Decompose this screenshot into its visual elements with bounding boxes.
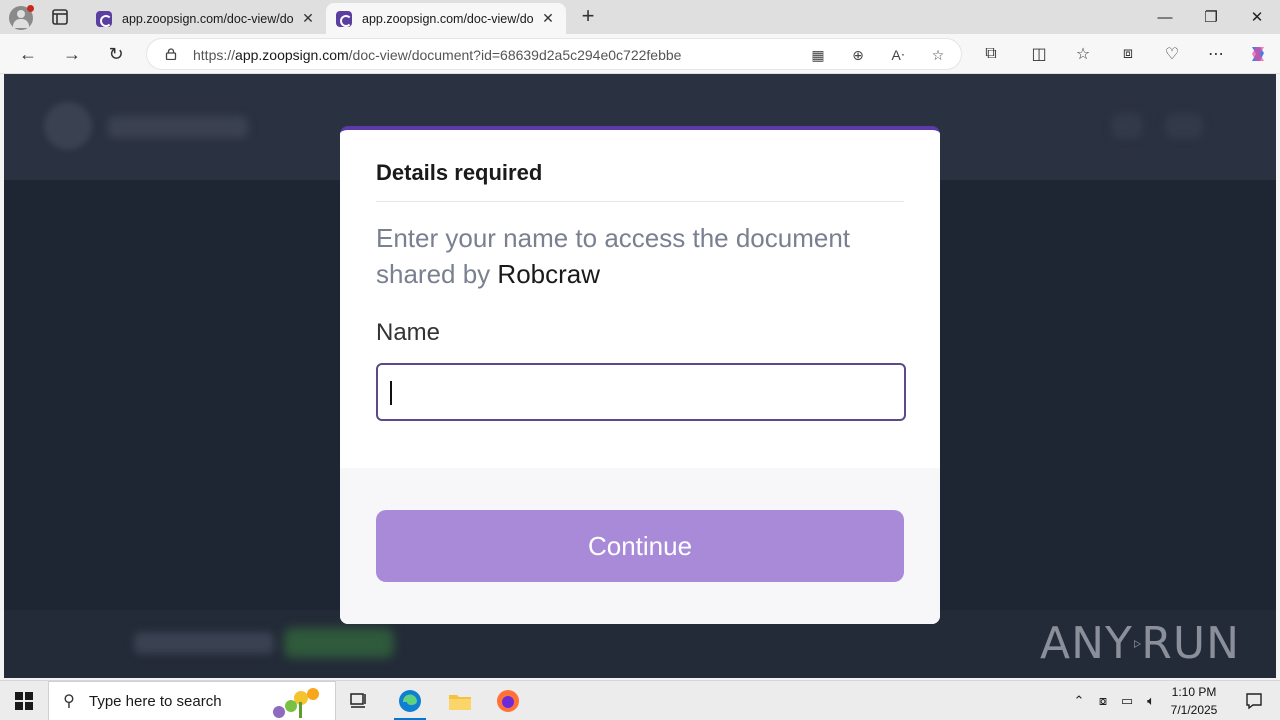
zoopsign-favicon-icon xyxy=(336,10,352,27)
lock-icon[interactable] xyxy=(165,48,177,60)
start-windows-icon[interactable] xyxy=(0,681,48,720)
notification-center-icon[interactable] xyxy=(1234,681,1274,720)
modal-divider xyxy=(376,201,904,202)
close-window-icon[interactable]: ✕ xyxy=(1234,0,1280,34)
play-triangle-icon xyxy=(1133,640,1141,648)
blurred-logo xyxy=(44,102,92,150)
search-placeholder: Type here to search xyxy=(89,692,222,710)
modal-title: Details required xyxy=(376,160,543,185)
description-text: Enter your name to access the document s… xyxy=(376,223,851,289)
copilot-icon[interactable] xyxy=(1246,43,1270,65)
browser-toolbar: ← → ↻ https://app.zoopsign.com/doc-view/… xyxy=(0,34,1280,74)
clock-date: 7/1/2025 xyxy=(1170,703,1218,717)
tab-title: app.zoopsign.com/doc-view/docu xyxy=(122,11,294,26)
zoopsign-favicon-icon xyxy=(96,10,112,27)
read-aloud-icon[interactable]: Aᐧ xyxy=(887,45,909,65)
task-view-icon[interactable] xyxy=(336,681,384,720)
forward-arrow-icon[interactable]: → xyxy=(58,40,86,68)
file-explorer-icon[interactable] xyxy=(436,681,484,720)
favorite-star-icon[interactable]: ☆ xyxy=(927,45,949,65)
new-tab-button[interactable]: + xyxy=(576,5,600,29)
blurred-brand-name xyxy=(108,116,248,138)
search-icon: ⚲ xyxy=(63,693,75,710)
device-status-icon[interactable]: ⧇ xyxy=(1092,681,1114,720)
url-prefix: https:// xyxy=(193,47,236,63)
profile-notification-dot xyxy=(27,5,34,12)
modal-description: Enter your name to access the document s… xyxy=(376,220,904,292)
firefox-icon[interactable] xyxy=(484,681,532,720)
tab-actions-icon[interactable] xyxy=(50,8,70,26)
blurred-footer-button xyxy=(284,628,394,658)
watermark-text-left: ANY xyxy=(1040,618,1133,669)
browser-essentials-icon[interactable]: ♡ xyxy=(1160,43,1184,65)
edge-browser-icon[interactable] xyxy=(386,681,434,720)
refresh-icon[interactable]: ↻ xyxy=(102,40,130,68)
browser-tab-1[interactable]: app.zoopsign.com/doc-view/docu ✕ xyxy=(86,3,326,34)
blurred-header-button xyxy=(1112,114,1142,138)
taskbar-search-box[interactable]: ⚲ Type here to search xyxy=(48,681,336,720)
restore-icon[interactable]: ❐ xyxy=(1188,0,1234,34)
blurred-footer-text xyxy=(134,632,274,654)
extensions-icon[interactable]: ⧉ xyxy=(979,43,1003,65)
anyrun-watermark: ANY RUN xyxy=(1040,612,1240,676)
network-icon[interactable]: ▭ xyxy=(1116,681,1138,720)
collections-icon[interactable]: ⧈ xyxy=(1116,43,1140,65)
sender-name: Robcraw xyxy=(497,259,601,289)
minimize-icon[interactable]: — xyxy=(1142,0,1188,34)
tab-title: app.zoopsign.com/doc-view/docu xyxy=(362,11,534,26)
app-available-icon[interactable]: ▦ xyxy=(807,45,829,65)
name-input[interactable] xyxy=(376,363,906,421)
url-text[interactable]: https://app.zoopsign.com/doc-view/docume… xyxy=(193,47,681,63)
settings-more-icon[interactable]: ⋯ xyxy=(1204,43,1228,65)
zoom-icon[interactable]: ⊕ xyxy=(847,45,869,65)
show-hidden-icons-chevron-icon[interactable]: ⌃ xyxy=(1068,681,1090,720)
browser-tab-2[interactable]: app.zoopsign.com/doc-view/docu ✕ xyxy=(326,3,566,34)
details-required-modal: Details required Enter your name to acce… xyxy=(340,126,940,624)
name-label: Name xyxy=(376,319,441,346)
continue-button[interactable]: Continue xyxy=(376,510,904,582)
address-bar[interactable]: https://app.zoopsign.com/doc-view/docume… xyxy=(146,38,962,70)
close-tab-icon[interactable]: ✕ xyxy=(540,10,556,27)
split-screen-icon[interactable]: ◫ xyxy=(1027,43,1051,65)
windows-taskbar: ⚲ Type here to search ⌃ ⧇ ▭ 🔈︎ 1:10 PM 7… xyxy=(0,680,1280,720)
clock-time: 1:10 PM xyxy=(1171,685,1217,699)
text-caret xyxy=(390,381,392,405)
back-arrow-icon[interactable]: ← xyxy=(14,40,42,68)
system-clock[interactable]: 1:10 PM 7/1/2025 xyxy=(1162,683,1226,719)
browser-tab-strip: app.zoopsign.com/doc-view/docu ✕ app.zoo… xyxy=(0,0,1280,34)
blurred-header-button xyxy=(1166,114,1202,138)
favorites-icon[interactable]: ☆ xyxy=(1071,43,1095,65)
close-tab-icon[interactable]: ✕ xyxy=(300,10,316,27)
watermark-text-right: RUN xyxy=(1141,618,1240,669)
search-highlight-flowers-icon xyxy=(273,688,319,718)
url-path: /doc-view/document?id=68639d2a5c294e0c72… xyxy=(348,47,682,63)
page-viewport: ANY RUN Details required Enter your name… xyxy=(4,74,1276,678)
volume-icon[interactable]: 🔈︎ xyxy=(1140,681,1162,720)
url-host: app.zoopsign.com xyxy=(235,47,349,63)
